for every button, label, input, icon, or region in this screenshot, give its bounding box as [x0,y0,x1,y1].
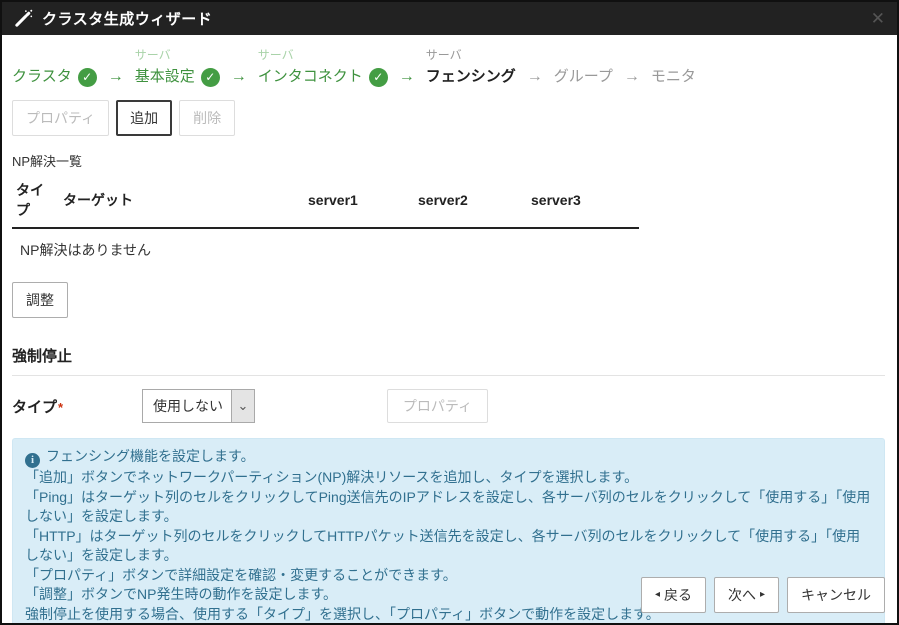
step-arrow-icon: → [97,68,135,87]
step-basic-settings: サーバ 基本設定 ✓ [135,47,220,87]
step-fencing: サーバ フェンシング [426,47,516,87]
type-label: タイプ* [12,396,142,417]
wizard-steps: クラスタ ✓ → サーバ 基本設定 ✓ → サーバ インタコネクト ✓ → サー… [2,35,897,87]
step-monitor: モニタ [651,47,696,87]
info-icon: i [25,453,40,468]
magic-wand-icon [14,9,34,29]
step-label: 基本設定 [135,67,195,87]
titlebar: クラスタ生成ウィザード ✕ [2,2,897,35]
step-sublabel: サーバ [426,47,516,64]
check-icon: ✓ [369,68,388,87]
info-line: 「追加」ボタンでネットワークパーティション(NP)解決リソースを追加し、タイプを… [25,468,872,488]
step-label: グループ [554,67,613,87]
col-header-server1: server1 [304,174,414,228]
step-arrow-icon: → [388,68,426,87]
next-button[interactable]: 次へ ▸ [714,577,779,613]
np-resolution-table: タイプ ターゲット server1 server2 server3 NP解決はあ… [12,174,639,266]
step-sublabel: サーバ [258,47,388,64]
cluster-wizard-dialog: クラスタ生成ウィザード ✕ クラスタ ✓ → サーバ 基本設定 ✓ → サーバ … [0,0,899,625]
forced-stop-heading: 強制停止 [12,345,885,376]
step-label: インタコネクト [258,67,363,87]
step-label: モニタ [651,67,696,87]
step-arrow-icon: → [613,68,651,87]
info-line: 「HTTP」はターゲット列のセルをクリックしてHTTPパケット送信先を設定し、各… [25,527,872,566]
footer-buttons: ◂ 戻る 次へ ▸ キャンセル [641,577,885,613]
step-label: フェンシング [426,67,516,87]
dialog-title: クラスタ生成ウィザード [42,8,212,29]
delete-button[interactable]: 削除 [179,100,235,136]
step-cluster: クラスタ ✓ [12,47,97,87]
required-mark: * [58,400,63,415]
step-sublabel [12,47,97,64]
forced-stop-property-button[interactable]: プロパティ [387,389,488,423]
triangle-left-icon: ◂ [655,590,660,600]
step-group: グループ [554,47,613,87]
triangle-right-icon: ▸ [760,590,765,600]
col-header-server2: server2 [414,174,527,228]
step-sublabel: サーバ [135,47,220,64]
add-button[interactable]: 追加 [116,100,172,136]
step-interconnect: サーバ インタコネクト ✓ [258,47,388,87]
np-list-caption: NP解決一覧 [12,151,887,170]
np-empty-message: NP解決はありません [12,228,639,266]
forced-stop-type-row: タイプ* 使用しない ⌄ プロパティ [12,389,887,423]
type-select[interactable]: 使用しない ⌄ [142,389,255,423]
step-label: クラスタ [12,67,72,87]
col-header-type: タイプ [12,174,59,228]
chevron-down-icon: ⌄ [231,390,254,422]
np-empty-row: NP解決はありません [12,228,639,266]
info-line: 「Ping」はターゲット列のセルをクリックしてPing送信先のIPアドレスを設定… [25,488,872,527]
step-arrow-icon: → [220,68,258,87]
check-icon: ✓ [78,68,97,87]
back-button[interactable]: ◂ 戻る [641,577,706,613]
col-header-target: ターゲット [59,174,304,228]
close-icon[interactable]: ✕ [871,10,885,27]
property-button[interactable]: プロパティ [12,100,109,136]
info-line: iフェンシング機能を設定します。 [25,447,872,468]
step-sublabel [651,47,696,64]
np-table-header-row: タイプ ターゲット server1 server2 server3 [12,174,639,228]
step-arrow-icon: → [516,68,554,87]
tune-button[interactable]: 調整 [12,282,68,318]
np-toolbar: プロパティ 追加 削除 [12,100,887,136]
check-icon: ✓ [201,68,220,87]
type-select-value: 使用しない [143,390,231,422]
col-header-server3: server3 [527,174,639,228]
cancel-button[interactable]: キャンセル [787,577,885,613]
step-sublabel [554,47,613,64]
